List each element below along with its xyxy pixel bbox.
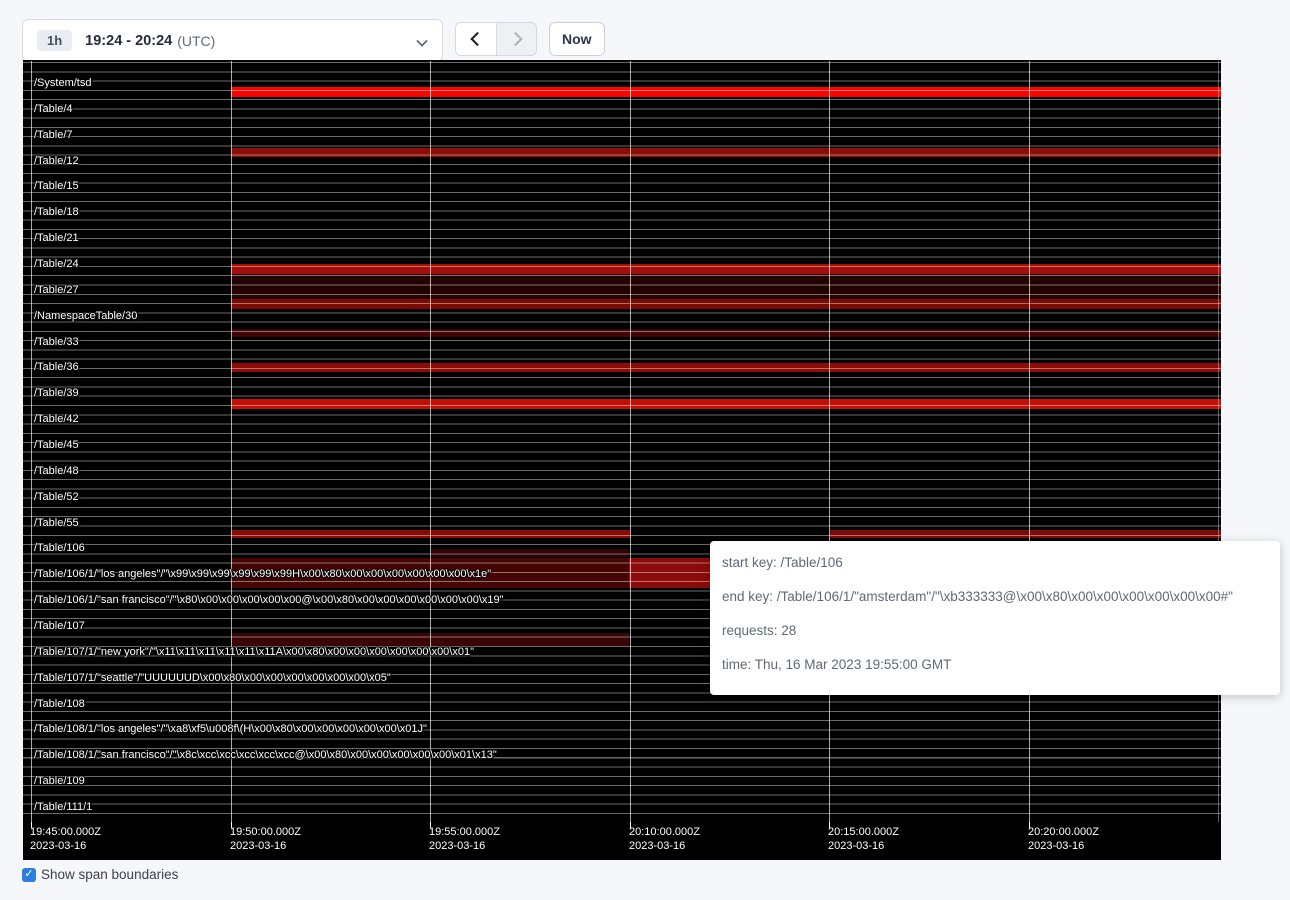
chevron-right-icon [508,32,522,46]
tooltip-line: requests: 28 [722,621,1268,640]
prev-range-button[interactable] [456,23,496,55]
range-text: 19:24 - 20:24 [85,33,172,49]
chevron-left-icon [470,32,484,46]
range-timezone: (UTC) [177,33,215,49]
next-range-button[interactable] [496,23,536,55]
axis-time: 19:55:00.000Z [429,826,500,840]
axis-time: 19:50:00.000Z [230,826,301,840]
show-span-boundaries-label: Show span boundaries [41,867,178,882]
row-label: /Table/108 [34,698,85,710]
axis-date: 2023-03-16 [30,840,101,854]
toolbar: 1h 19:24 - 20:24 (UTC) Now [22,19,605,62]
row-label: /Table/15 [34,180,79,192]
row-label: /Table/109 [34,775,85,787]
tooltip-line: end key: /Table/106/1/"amsterdam"/"\xb33… [722,587,1268,606]
axis-date: 2023-03-16 [828,840,899,854]
key-visualizer-page: 1h 19:24 - 20:24 (UTC) Now /System/tsd/T… [0,0,1290,900]
axis-time: 20:15:00.000Z [828,826,899,840]
row-label: /Table/12 [34,155,79,167]
axis-date: 2023-03-16 [1028,840,1099,854]
row-label: /Table/52 [34,491,79,503]
show-span-boundaries-checkbox[interactable]: ✓ [22,868,36,882]
key-visualizer-heatmap[interactable]: /System/tsd/Table/4/Table/7/Table/12/Tab… [23,60,1221,860]
row-label: /Table/107/1/"new york"/"\x11\x11\x11\x1… [34,646,474,658]
axis-time: 20:20:00.000Z [1028,826,1099,840]
row-label: /Table/107/1/"seattle"/"UUUUUUD\x00\x80\… [34,672,391,684]
grid-line [829,61,830,822]
row-label: /Table/107 [34,620,85,632]
row-label: /Table/4 [34,103,73,115]
range-duration-badge: 1h [37,30,72,51]
row-label: /Table/111/1 [34,801,92,813]
grid-line [231,61,232,822]
row-label: /Table/55 [34,517,79,529]
row-label: /Table/106/1/"los angeles"/"\x99\x99\x99… [34,568,491,580]
row-label: /Table/39 [34,387,79,399]
row-label: /Table/18 [34,206,79,218]
tooltip-line: time: Thu, 16 Mar 2023 19:55:00 GMT [722,655,1268,674]
row-label: /Table/24 [34,258,79,270]
axis-date: 2023-03-16 [230,840,301,854]
axis-tick-label: 20:10:00.000Z2023-03-16 [629,826,700,853]
axis-tick-label: 19:45:00.000Z2023-03-16 [30,826,101,853]
axis-date: 2023-03-16 [629,840,700,854]
axis-time: 20:10:00.000Z [629,826,700,840]
row-label: /Table/45 [34,439,79,451]
hover-tooltip: start key: /Table/106 end key: /Table/106… [710,541,1280,695]
grid-line [430,61,431,822]
check-icon: ✓ [24,869,33,880]
heatmap-plot[interactable]: /System/tsd/Table/4/Table/7/Table/12/Tab… [23,60,1221,822]
row-label: /NamespaceTable/30 [34,310,137,322]
footer-controls: ✓ Show span boundaries [22,867,178,882]
row-label: /Table/27 [34,284,79,296]
row-label: /Table/108/1/"los angeles"/"\xa8\xf5\u00… [34,723,427,735]
row-label: /Table/42 [34,413,79,425]
row-label: /Table/108/1/"san francisco"/"\x8c\xcc\x… [34,749,497,761]
time-nav-group [455,22,537,56]
time-range-select[interactable]: 1h 19:24 - 20:24 (UTC) [22,19,443,62]
axis-tick-label: 19:55:00.000Z2023-03-16 [429,826,500,853]
row-label: /Table/48 [34,465,79,477]
row-label: /Table/7 [34,129,73,141]
axis-time: 19:45:00.000Z [30,826,101,840]
axis-tick-label: 20:15:00.000Z2023-03-16 [828,826,899,853]
now-button[interactable]: Now [549,22,605,56]
row-label: /Table/36 [34,361,79,373]
row-label: /Table/106/1/"san francisco"/"\x80\x00\x… [34,594,504,606]
chevron-down-icon [417,36,426,45]
grid-line [31,61,32,822]
row-label: /Table/106 [34,542,85,554]
grid-line [630,61,631,822]
grid-line [1029,61,1030,822]
axis-tick-label: 20:20:00.000Z2023-03-16 [1028,826,1099,853]
span-boundary-lines [23,62,1221,822]
row-label: /Table/33 [34,336,79,348]
axis-date: 2023-03-16 [429,840,500,854]
row-label: /System/tsd [34,77,91,89]
row-label: /Table/21 [34,232,79,244]
axis-tick-label: 19:50:00.000Z2023-03-16 [230,826,301,853]
tooltip-line: start key: /Table/106 [722,553,1268,572]
grid-line-right-edge [1218,61,1219,822]
